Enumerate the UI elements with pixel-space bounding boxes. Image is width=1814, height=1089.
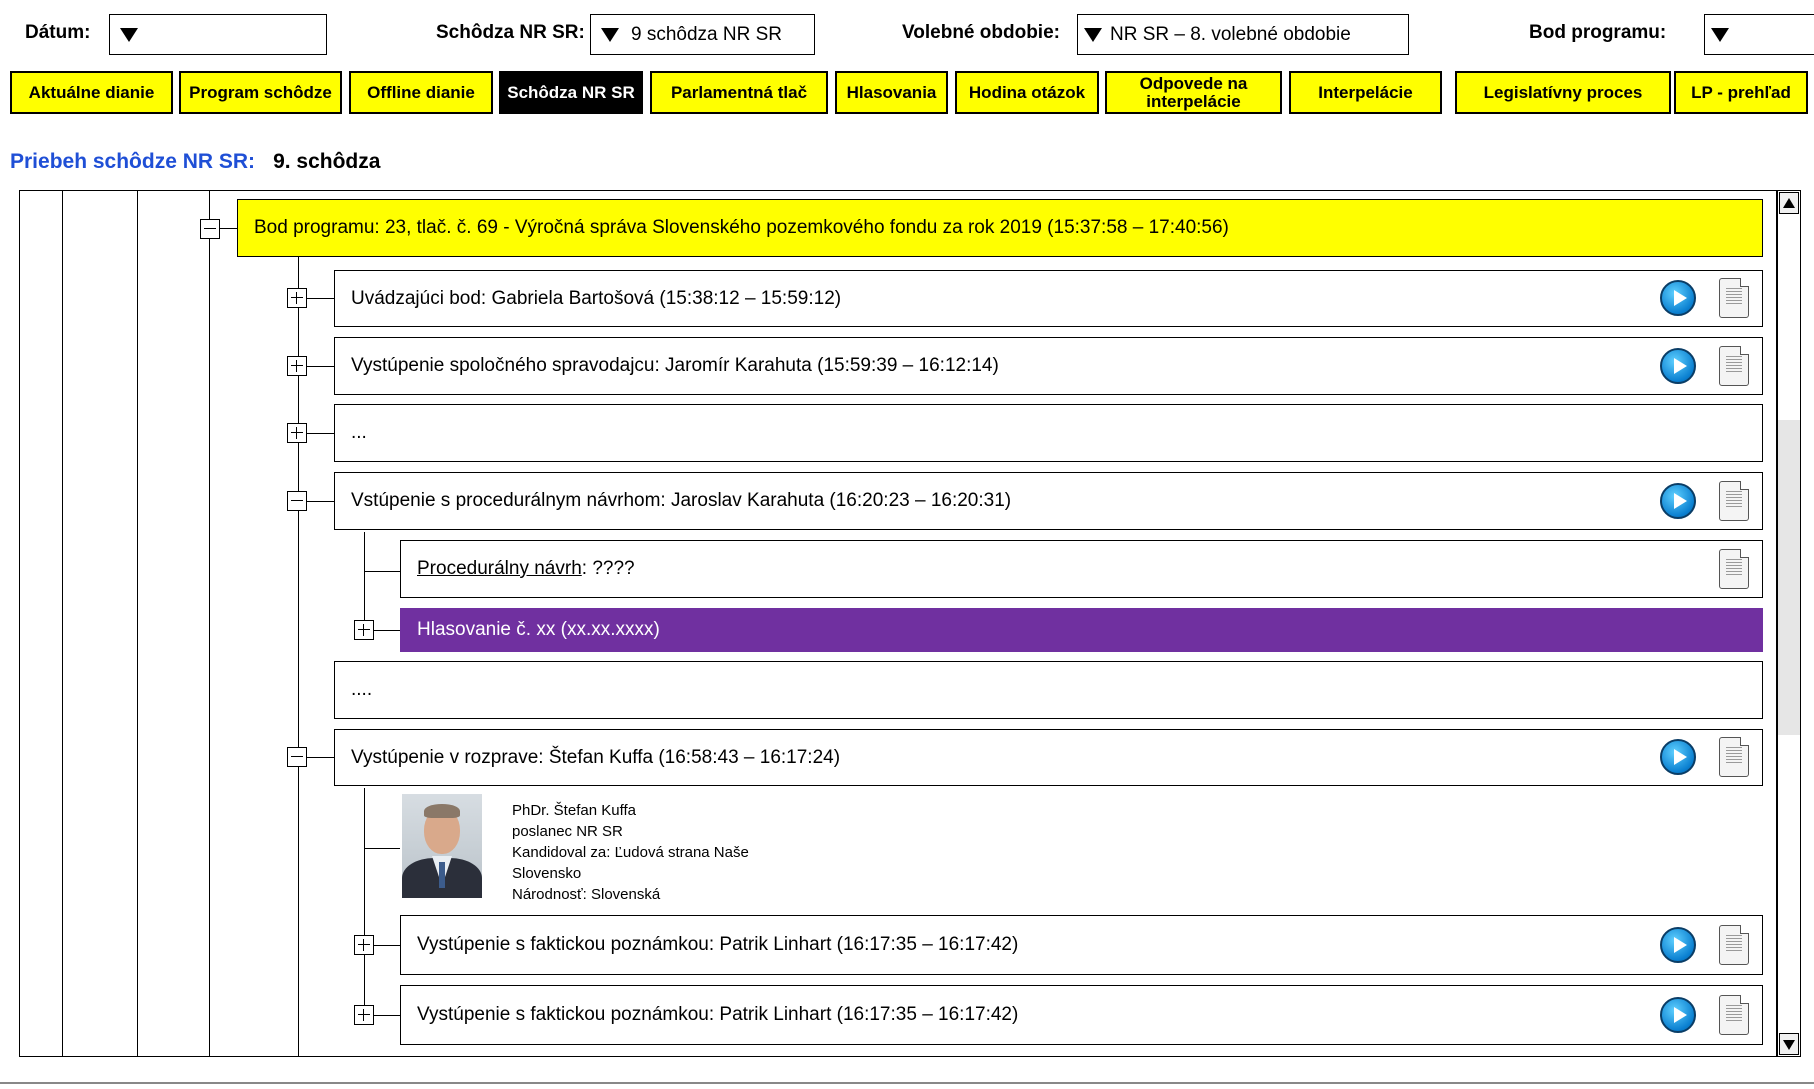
document-icon[interactable] [1719, 549, 1749, 589]
tree-item-label: Vystúpenie spoločného spravodajcu: Jarom… [351, 355, 999, 376]
tab-aktualne-dianie[interactable]: Aktuálne dianie [10, 71, 173, 114]
tree-item-label: Uvádzajúci bod: Gabriela Bartošová (15:3… [351, 287, 842, 309]
speaker-nationality: Národnosť: Slovenská [512, 886, 661, 903]
dropdown-arrow-icon [1711, 27, 1729, 42]
tree-item-spravodajca[interactable]: Vystúpenie spoločného spravodajcu: Jarom… [334, 337, 1763, 395]
page-title-label: Priebeh schôdze NR SR: [10, 150, 256, 173]
tree-guide-line [209, 190, 210, 1057]
speaker-party-cont: Slovensko [512, 865, 582, 882]
expand-icon[interactable] [354, 1005, 374, 1025]
bod-label: Bod programu: [1529, 22, 1667, 43]
speaker-photo [402, 794, 482, 898]
speaker-name: PhDr. Štefan Kuffa [512, 802, 636, 819]
scroll-down-icon[interactable] [1779, 1033, 1799, 1055]
tree-item-label: Hlasovanie č. xx (xx.xx.xxxx) [417, 619, 660, 640]
tree-item-label: Vystúpenie s faktickou poznámkou: Patrik… [417, 1004, 1019, 1025]
expand-icon[interactable] [287, 356, 307, 376]
tab-odpovede-na-interpelacie[interactable]: Odpovede na interpelácie [1105, 71, 1282, 114]
proceduralny-navrh-link[interactable]: Procedurálny návrh [417, 558, 582, 580]
tab-interpelacie[interactable]: Interpelácie [1289, 71, 1442, 114]
tree-connector [364, 848, 400, 849]
bod-programu-label: Bod programu: 23, tlač. č. 69 - Výročná … [254, 217, 1229, 238]
obdobie-select-value: NR SR – 8. volebné obdobie [1110, 23, 1351, 45]
proceduralny-navrh-text: : ???? [581, 558, 635, 579]
tree-guide-line [137, 190, 138, 1057]
speaker-profile: PhDr. Štefan Kuffa poslanec NR SR Kandid… [512, 800, 812, 905]
tab-hodina-otazok[interactable]: Hodina otázok [955, 71, 1099, 114]
tab-parlamentna-tlac[interactable]: Parlamentná tlač [650, 71, 828, 114]
tab-offline-dianie[interactable]: Offline dianie [349, 71, 493, 114]
document-icon[interactable] [1719, 346, 1749, 386]
schodza-label: Schôdza NR SR: [436, 22, 585, 43]
play-icon[interactable] [1660, 348, 1696, 384]
collapse-icon[interactable] [287, 491, 307, 511]
tab-program-schodze[interactable]: Program schôdze [179, 71, 342, 114]
bod-programu-row[interactable]: Bod programu: 23, tlač. č. 69 - Výročná … [237, 199, 1763, 257]
tree-item-label: .... [351, 679, 373, 700]
play-icon[interactable] [1660, 280, 1696, 316]
tree-item-fakticka[interactable]: Vystúpenie s faktickou poznámkou: Patrik… [400, 915, 1763, 975]
tree-guide-line [364, 532, 365, 632]
tree-item-collapsed[interactable]: ... [334, 404, 1763, 462]
speaker-role: poslanec NR SR [512, 823, 623, 840]
play-icon[interactable] [1660, 997, 1696, 1033]
tab-lp-prehlad[interactable]: LP - prehľad [1674, 71, 1808, 114]
obdobie-select[interactable]: NR SR – 8. volebné obdobie [1077, 14, 1409, 55]
expand-icon[interactable] [287, 288, 307, 308]
obdobie-label: Volebné obdobie: [902, 22, 1060, 43]
tab-schodza-nr-sr[interactable]: Schôdza NR SR [499, 71, 643, 114]
tree-connector [364, 571, 400, 572]
dropdown-arrow-icon [120, 27, 138, 42]
play-icon[interactable] [1660, 927, 1696, 963]
schodza-select[interactable]: 9 schôdza NR SR [590, 14, 815, 55]
scrollbar-thumb[interactable] [1778, 420, 1800, 735]
scroll-up-icon[interactable] [1779, 192, 1799, 214]
schodza-select-value: 9 schôdza NR SR [631, 23, 783, 45]
tab-hlasovania[interactable]: Hlasovania [835, 71, 948, 114]
dropdown-arrow-icon [601, 27, 619, 42]
datum-label: Dátum: [25, 22, 91, 43]
dropdown-arrow-icon [1084, 27, 1102, 42]
collapse-icon[interactable] [200, 219, 220, 239]
expand-icon[interactable] [287, 423, 307, 443]
expand-icon[interactable] [354, 935, 374, 955]
tree-item-uvadzajuci[interactable]: Uvádzajúci bod: Gabriela Bartošová (15:3… [334, 270, 1763, 327]
tree-item-proceduralny[interactable]: Vstúpenie s procedurálnym návrhom: Jaros… [334, 472, 1763, 530]
document-icon[interactable] [1719, 737, 1749, 777]
tree-item-label: Vystúpenie s faktickou poznámkou: Patrik… [417, 934, 1019, 955]
collapse-icon[interactable] [287, 747, 307, 767]
tree-item-proceduralny-navrh: Procedurálny návrh: ???? [400, 540, 1763, 598]
document-icon[interactable] [1719, 995, 1749, 1035]
tree-item-label: Vstúpenie s procedurálnym návrhom: Jaros… [351, 490, 1012, 511]
tree-guide-line [62, 190, 63, 1057]
bod-select[interactable] [1704, 14, 1814, 55]
document-icon[interactable] [1719, 925, 1749, 965]
datum-select[interactable] [109, 14, 327, 55]
page-title: Priebeh schôdze NR SR: 9. schôdza [10, 150, 380, 174]
tree-item-collapsed[interactable]: .... [334, 661, 1763, 719]
tree-item-rozprava[interactable]: Vystúpenie v rozprave: Štefan Kuffa (16:… [334, 729, 1763, 786]
tab-legislativny-proces[interactable]: Legislatívny proces [1455, 71, 1671, 114]
play-icon[interactable] [1660, 483, 1696, 519]
document-icon[interactable] [1719, 278, 1749, 318]
play-icon[interactable] [1660, 739, 1696, 775]
tree-item-hlasovanie[interactable]: Hlasovanie č. xx (xx.xx.xxxx) [400, 608, 1763, 652]
document-icon[interactable] [1719, 481, 1749, 521]
bottom-divider [0, 1082, 1814, 1084]
tree-item-label: ... [351, 422, 367, 443]
tree-guide-line [364, 788, 365, 1018]
expand-icon[interactable] [354, 620, 374, 640]
tree-item-fakticka[interactable]: Vystúpenie s faktickou poznámkou: Patrik… [400, 985, 1763, 1045]
speaker-party: Kandidoval za: Ľudová strana Naše [512, 844, 749, 861]
tree-item-label: Vystúpenie v rozprave: Štefan Kuffa (16:… [351, 746, 841, 768]
page-title-value: 9. schôdza [273, 150, 381, 173]
